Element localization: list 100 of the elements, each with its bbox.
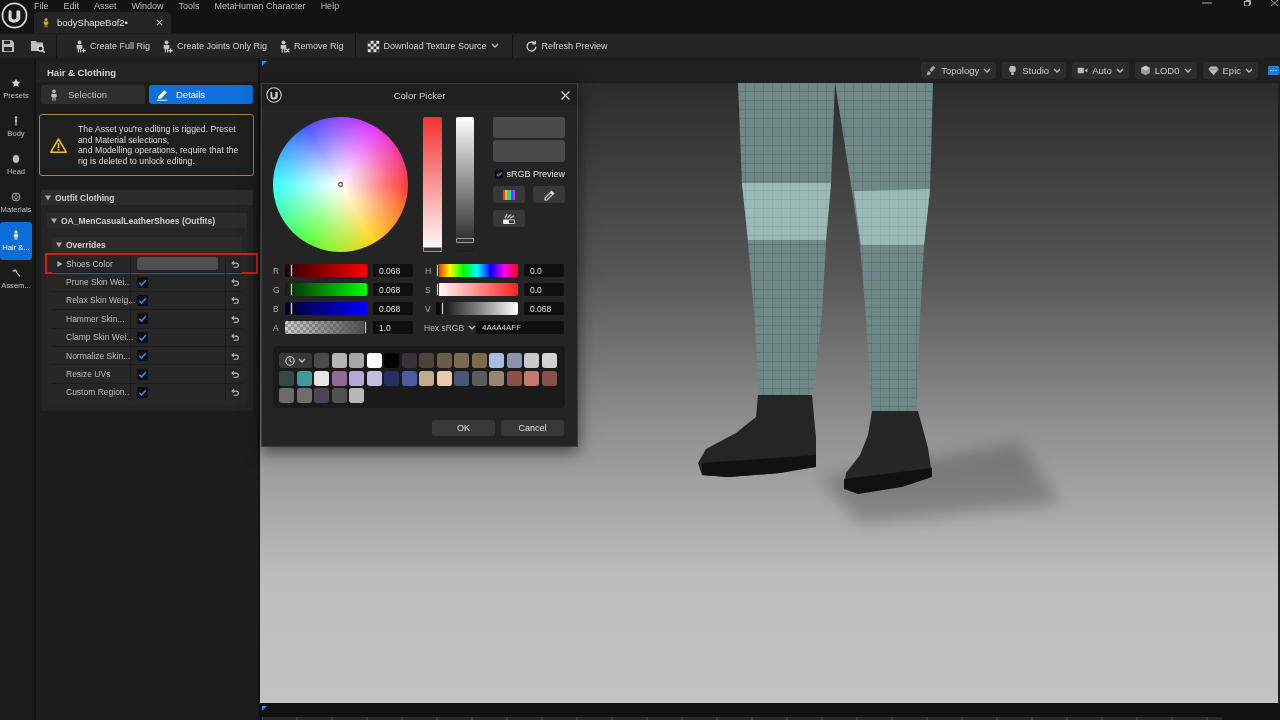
value-field[interactable]: 0.068 xyxy=(524,302,564,315)
theme-button[interactable] xyxy=(493,210,525,227)
menu-item[interactable]: Tools xyxy=(178,0,200,12)
color-swatch-icon[interactable] xyxy=(296,388,312,403)
value-field[interactable]: 0.0 xyxy=(524,283,564,296)
expand-arrow-icon[interactable] xyxy=(56,241,62,248)
display-icon[interactable] xyxy=(1268,66,1279,75)
value-field[interactable]: 0.068 xyxy=(373,264,413,277)
color-swatch-icon[interactable] xyxy=(349,353,364,368)
checkbox[interactable] xyxy=(137,276,148,288)
slider-handle[interactable] xyxy=(290,264,294,277)
reset-arrow-icon[interactable] xyxy=(229,314,239,323)
eyedropper-button[interactable] xyxy=(533,186,565,203)
color-swatch-icon[interactable] xyxy=(506,370,522,386)
hex-field[interactable]: 4A4A4AFF xyxy=(476,321,564,334)
color-swatch-icon[interactable] xyxy=(314,370,329,386)
toolbar-dropdown[interactable]: Download Texture Source xyxy=(361,35,504,57)
saturation-bar[interactable] xyxy=(423,117,442,252)
r-channel-slider[interactable] xyxy=(285,264,367,277)
reset-arrow-icon[interactable] xyxy=(229,370,239,379)
close-icon[interactable] xyxy=(156,19,163,26)
color-swatch-icon[interactable] xyxy=(384,353,399,368)
reset-arrow-icon[interactable] xyxy=(229,388,239,397)
hue-slider[interactable] xyxy=(436,264,518,277)
recent-colors-dropdown[interactable] xyxy=(279,353,312,368)
color-swatch-icon[interactable] xyxy=(506,353,522,368)
color-swatch-icon[interactable] xyxy=(401,353,417,368)
expand-arrow-icon[interactable] xyxy=(57,260,63,267)
color-swatch-icon[interactable] xyxy=(279,388,294,403)
value-field[interactable]: 0.068 xyxy=(373,283,413,296)
save-icon[interactable] xyxy=(2,40,14,52)
saturation-slider[interactable] xyxy=(436,283,518,296)
checkbox[interactable] xyxy=(137,313,148,325)
section-header[interactable]: Overrides xyxy=(52,237,242,252)
viewport-dropdown[interactable]: Auto xyxy=(1072,62,1129,79)
slider-handle[interactable] xyxy=(290,302,294,315)
g-channel-slider[interactable] xyxy=(285,283,367,296)
section-header[interactable]: Outfit Clothing xyxy=(41,190,253,205)
menu-item[interactable]: File xyxy=(34,0,49,12)
color-swatch-icon[interactable] xyxy=(296,370,312,386)
color-swatch-icon[interactable] xyxy=(524,370,539,386)
slider-handle[interactable] xyxy=(423,247,442,252)
reset-arrow-icon[interactable] xyxy=(229,296,239,305)
color-swatch-icon[interactable] xyxy=(489,353,504,368)
toolbar-button[interactable]: Remove Rig xyxy=(272,35,349,57)
color-swatch-icon[interactable] xyxy=(471,353,487,368)
color-swatch-icon[interactable] xyxy=(331,353,347,368)
panel-tab[interactable]: Details xyxy=(149,85,253,104)
viewport-dropdown[interactable]: LOD0 xyxy=(1134,62,1197,79)
color-swatch-icon[interactable] xyxy=(366,353,382,368)
color-swatch-icon[interactable] xyxy=(331,388,347,403)
slider-handle[interactable] xyxy=(436,283,439,296)
color-swatch-icon[interactable] xyxy=(524,353,539,368)
document-tab[interactable]: bodyShapeBof2• xyxy=(34,12,171,33)
dialog-button[interactable]: OK xyxy=(432,420,495,436)
checkbox[interactable] xyxy=(137,331,148,343)
value-slider[interactable] xyxy=(436,302,518,315)
slider-handle[interactable] xyxy=(456,238,474,244)
b-channel-slider[interactable] xyxy=(285,302,367,315)
color-swatch-icon[interactable] xyxy=(349,370,364,386)
menu-item[interactable]: Window xyxy=(131,0,164,12)
restore-icon[interactable] xyxy=(1244,0,1251,6)
value-field[interactable]: 0.068 xyxy=(373,302,413,315)
color-swatch-icon[interactable] xyxy=(331,370,347,386)
hex-mode-dropdown[interactable]: Hex sRGB xyxy=(424,322,476,333)
alpha-slider[interactable] xyxy=(285,321,367,334)
checkbox[interactable] xyxy=(137,350,148,362)
expand-arrow-icon[interactable] xyxy=(45,194,51,201)
checkbox[interactable] xyxy=(137,368,148,380)
reset-arrow-icon[interactable] xyxy=(229,259,239,268)
reset-arrow-icon[interactable] xyxy=(229,333,239,342)
viewport-dropdown[interactable]: Epic xyxy=(1202,62,1258,79)
checkbox[interactable] xyxy=(137,294,148,306)
color-swatch-icon[interactable] xyxy=(279,370,294,386)
color-swatch-icon[interactable] xyxy=(489,370,504,386)
section-header[interactable]: OA_MenCasualLeatherShoes (Outfits) xyxy=(47,213,247,228)
menu-item[interactable]: Asset xyxy=(94,0,117,12)
menu-item[interactable]: MetaHuman Character xyxy=(214,0,306,12)
color-swatch-icon[interactable] xyxy=(314,388,329,403)
color-field[interactable] xyxy=(137,257,218,271)
menu-item[interactable]: Edit xyxy=(63,0,80,12)
toolbar-button[interactable]: Create Full Rig xyxy=(68,35,156,57)
value-field[interactable]: 0.0 xyxy=(524,264,564,277)
checkbox[interactable] xyxy=(495,168,504,179)
color-swatch-icon[interactable] xyxy=(419,353,434,368)
toolbar-button[interactable]: Create Joints Only Rig xyxy=(155,35,273,57)
reset-arrow-icon[interactable] xyxy=(229,351,239,360)
color-swatch-icon[interactable] xyxy=(541,353,557,368)
color-swatch-icon[interactable] xyxy=(436,370,452,386)
color-swatch-icon[interactable] xyxy=(471,370,487,386)
color-swatch-icon[interactable] xyxy=(384,370,399,386)
color-swatch-icon[interactable] xyxy=(314,353,329,368)
expand-arrow-icon[interactable] xyxy=(51,217,57,224)
close-icon[interactable] xyxy=(1271,0,1278,6)
panel-tab[interactable]: Selection xyxy=(41,85,145,104)
value-bar[interactable] xyxy=(456,117,474,252)
viewport-dropdown[interactable]: Topology xyxy=(921,62,997,79)
color-swatch-icon[interactable] xyxy=(366,370,382,386)
spectrum-button[interactable] xyxy=(493,186,525,203)
folder-search-icon[interactable] xyxy=(31,39,45,53)
